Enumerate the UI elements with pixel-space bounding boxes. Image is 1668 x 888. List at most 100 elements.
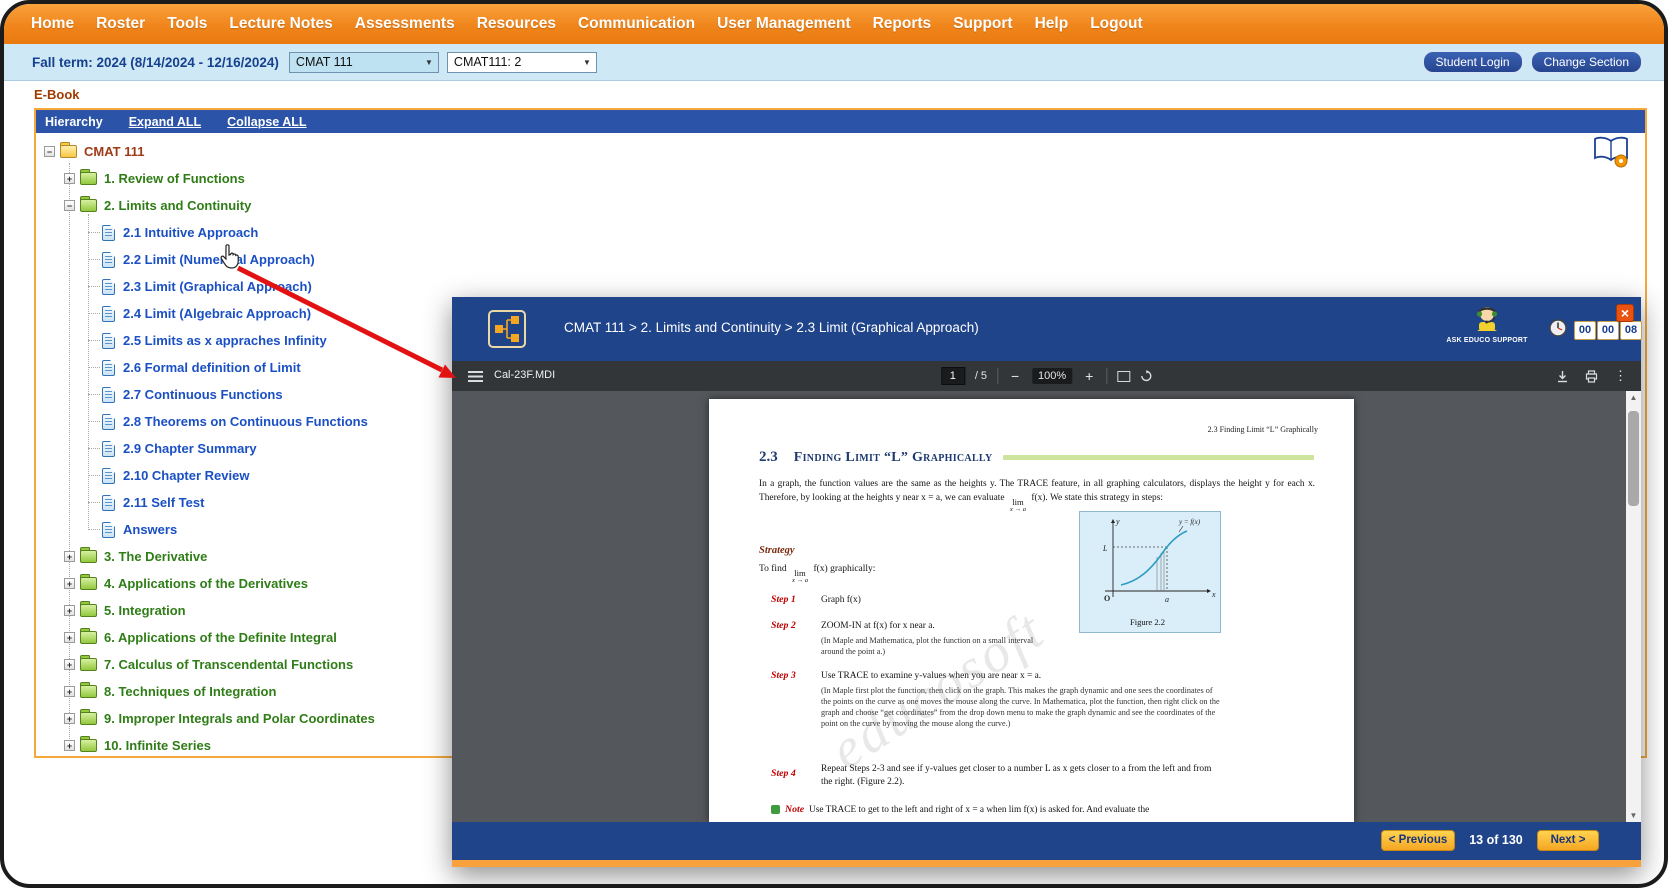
svg-text:y = f(x): y = f(x) — [1178, 518, 1201, 526]
tree-node-icon — [80, 685, 97, 698]
next-button[interactable]: Next > — [1537, 830, 1599, 851]
tree-node-label[interactable]: 3. The Derivative — [104, 549, 207, 564]
tree-node-label[interactable]: 2.9 Chapter Summary — [123, 441, 257, 456]
nav-item[interactable]: Resources — [466, 15, 567, 33]
tree-toggle[interactable]: + — [64, 632, 75, 643]
tree-node-icon — [80, 712, 97, 725]
print-icon[interactable] — [1585, 370, 1598, 383]
tree-toggle[interactable]: + — [64, 659, 75, 670]
top-nav: HomeRosterToolsLecture NotesAssessmentsR… — [4, 4, 1664, 44]
page-number-input[interactable] — [941, 367, 965, 385]
tree-node-label[interactable]: 2.2 Limit (Numerical Approach) — [123, 252, 315, 267]
page-count: / 5 — [975, 370, 987, 382]
previous-button[interactable]: < Previous — [1381, 830, 1455, 851]
tree-node-label[interactable]: 6. Applications of the Definite Integral — [104, 630, 337, 645]
tree-node-label[interactable]: 2. Limits and Continuity — [104, 198, 251, 213]
tree-node: − 2. Limits and Continuity — [36, 192, 1645, 219]
tree-node-label[interactable]: 2.7 Continuous Functions — [123, 387, 283, 402]
rotate-icon[interactable] — [1140, 370, 1152, 382]
nav-item[interactable]: Lecture Notes — [218, 15, 343, 33]
nav-item[interactable]: Logout — [1079, 15, 1154, 33]
tree-node-label[interactable]: 5. Integration — [104, 603, 186, 618]
tree-toggle[interactable]: + — [64, 713, 75, 724]
course-select[interactable]: CMAT 111 ▼ — [289, 52, 439, 73]
tree-node-label[interactable]: 2.1 Intuitive Approach — [123, 225, 258, 240]
tree-node-label[interactable]: 2.5 Limits as x appraches Infinity — [123, 333, 327, 348]
student-login-button[interactable]: Student Login — [1423, 51, 1523, 73]
fit-to-page-icon[interactable] — [1117, 371, 1130, 382]
tree-node-label[interactable]: 7. Calculus of Transcendental Functions — [104, 657, 353, 672]
nav-item[interactable]: Roster — [85, 15, 156, 33]
collapse-all-link[interactable]: Collapse ALL — [227, 115, 306, 129]
tree-node-label[interactable]: 2.8 Theorems on Continuous Functions — [123, 414, 368, 429]
tree-toggle[interactable]: − — [64, 200, 75, 211]
zoom-level[interactable]: 100% — [1032, 368, 1072, 384]
nav-item[interactable]: Communication — [567, 15, 706, 33]
section-heading: 2.3 Finding Limit “L” Graphically — [759, 449, 1314, 466]
tree-node-icon — [102, 252, 115, 268]
scrollbar-thumb[interactable] — [1628, 411, 1639, 506]
tree-node-icon — [102, 387, 115, 403]
tree-node-label[interactable]: 2.10 Chapter Review — [123, 468, 249, 483]
tree-node-label[interactable]: 9. Improper Integrals and Polar Coordina… — [104, 711, 375, 726]
hierarchy-title: Hierarchy — [45, 115, 103, 129]
nav-item[interactable]: User Management — [706, 15, 862, 33]
nav-item[interactable]: Home — [20, 15, 85, 33]
tree-toggle[interactable]: + — [64, 173, 75, 184]
tree-toggle[interactable]: + — [64, 605, 75, 616]
timer-seconds: 08 — [1620, 321, 1642, 340]
tree-toggle[interactable]: + — [64, 740, 75, 751]
step-text: Graph f(x) — [821, 595, 861, 605]
tree-node-icon — [102, 279, 115, 295]
zoom-out-button[interactable]: − — [1008, 368, 1022, 384]
expand-all-link[interactable]: Expand ALL — [129, 115, 201, 129]
tree-toggle[interactable]: + — [64, 551, 75, 562]
tree-toggle[interactable]: − — [44, 146, 55, 157]
menu-icon[interactable] — [468, 371, 483, 382]
pdf-filename: Cal-23F.MDI — [494, 369, 555, 381]
tree-toggle[interactable]: + — [64, 686, 75, 697]
content-viewer-popup: CMAT 111 > 2. Limits and Continuity > 2.… — [452, 297, 1641, 867]
hierarchy-panel-header: Hierarchy Expand ALL Collapse ALL — [36, 110, 1645, 133]
step-label: Step 1 — [771, 594, 821, 605]
nav-item[interactable]: Help — [1024, 15, 1080, 33]
limit-notation: limx → a — [1010, 498, 1026, 513]
tree-node-label[interactable]: 10. Infinite Series — [104, 738, 211, 753]
tree-node-label[interactable]: CMAT 111 — [84, 144, 144, 159]
nav-item[interactable]: Reports — [862, 15, 943, 33]
hierarchy-icon[interactable] — [488, 310, 526, 353]
tree-node-label[interactable]: 4. Applications of the Derivatives — [104, 576, 308, 591]
zoom-in-button[interactable]: + — [1082, 368, 1096, 384]
term-bar: Fall term: 2024 (8/14/2024 - 12/16/2024)… — [4, 44, 1664, 81]
pdf-scrollbar[interactable]: ▲ ▼ — [1626, 391, 1641, 822]
step-text: ZOOM-IN at f(x) for x near a. — [821, 621, 935, 631]
scroll-up-arrow[interactable]: ▲ — [1626, 393, 1641, 402]
tree-node-icon — [80, 739, 97, 752]
ask-support-button[interactable]: ASK EDUCO SUPPORT — [1437, 303, 1537, 344]
chevron-down-icon: ▼ — [578, 58, 596, 67]
nav-item[interactable]: Tools — [156, 15, 218, 33]
change-section-button[interactable]: Change Section — [1531, 51, 1642, 73]
tree-node-label[interactable]: 8. Techniques of Integration — [104, 684, 276, 699]
tree-node: 2.2 Limit (Numerical Approach) — [36, 246, 1645, 273]
nav-item[interactable]: Assessments — [344, 15, 466, 33]
tree-node-label[interactable]: 2.3 Limit (Graphical Approach) — [123, 279, 312, 294]
scroll-down-arrow[interactable]: ▼ — [1626, 811, 1641, 820]
chevron-down-icon: ▼ — [420, 58, 438, 67]
tree-node-label[interactable]: 2.6 Formal definition of Limit — [123, 360, 301, 375]
tree-toggle[interactable]: + — [64, 578, 75, 589]
close-icon[interactable]: × — [1616, 304, 1634, 322]
tree-node-label[interactable]: 2.4 Limit (Algebraic Approach) — [123, 306, 311, 321]
term-label: Fall term: 2024 (8/14/2024 - 12/16/2024) — [32, 55, 279, 70]
toolbar-divider — [1106, 368, 1107, 384]
strategy-step: Step 3Use TRACE to examine y-values when… — [771, 665, 1223, 729]
page-title: E-Book — [34, 87, 80, 102]
more-options-icon[interactable]: ⋮ — [1614, 368, 1627, 384]
tree-node-label[interactable]: Answers — [123, 522, 177, 537]
section-select[interactable]: CMAT111: 2 ▼ — [447, 52, 597, 73]
tree-node-label[interactable]: 2.11 Self Test — [123, 495, 204, 510]
tree-node-label[interactable]: 1. Review of Functions — [104, 171, 245, 186]
nav-item[interactable]: Support — [942, 15, 1023, 33]
tree-node-icon — [80, 172, 97, 185]
download-icon[interactable] — [1556, 370, 1569, 383]
